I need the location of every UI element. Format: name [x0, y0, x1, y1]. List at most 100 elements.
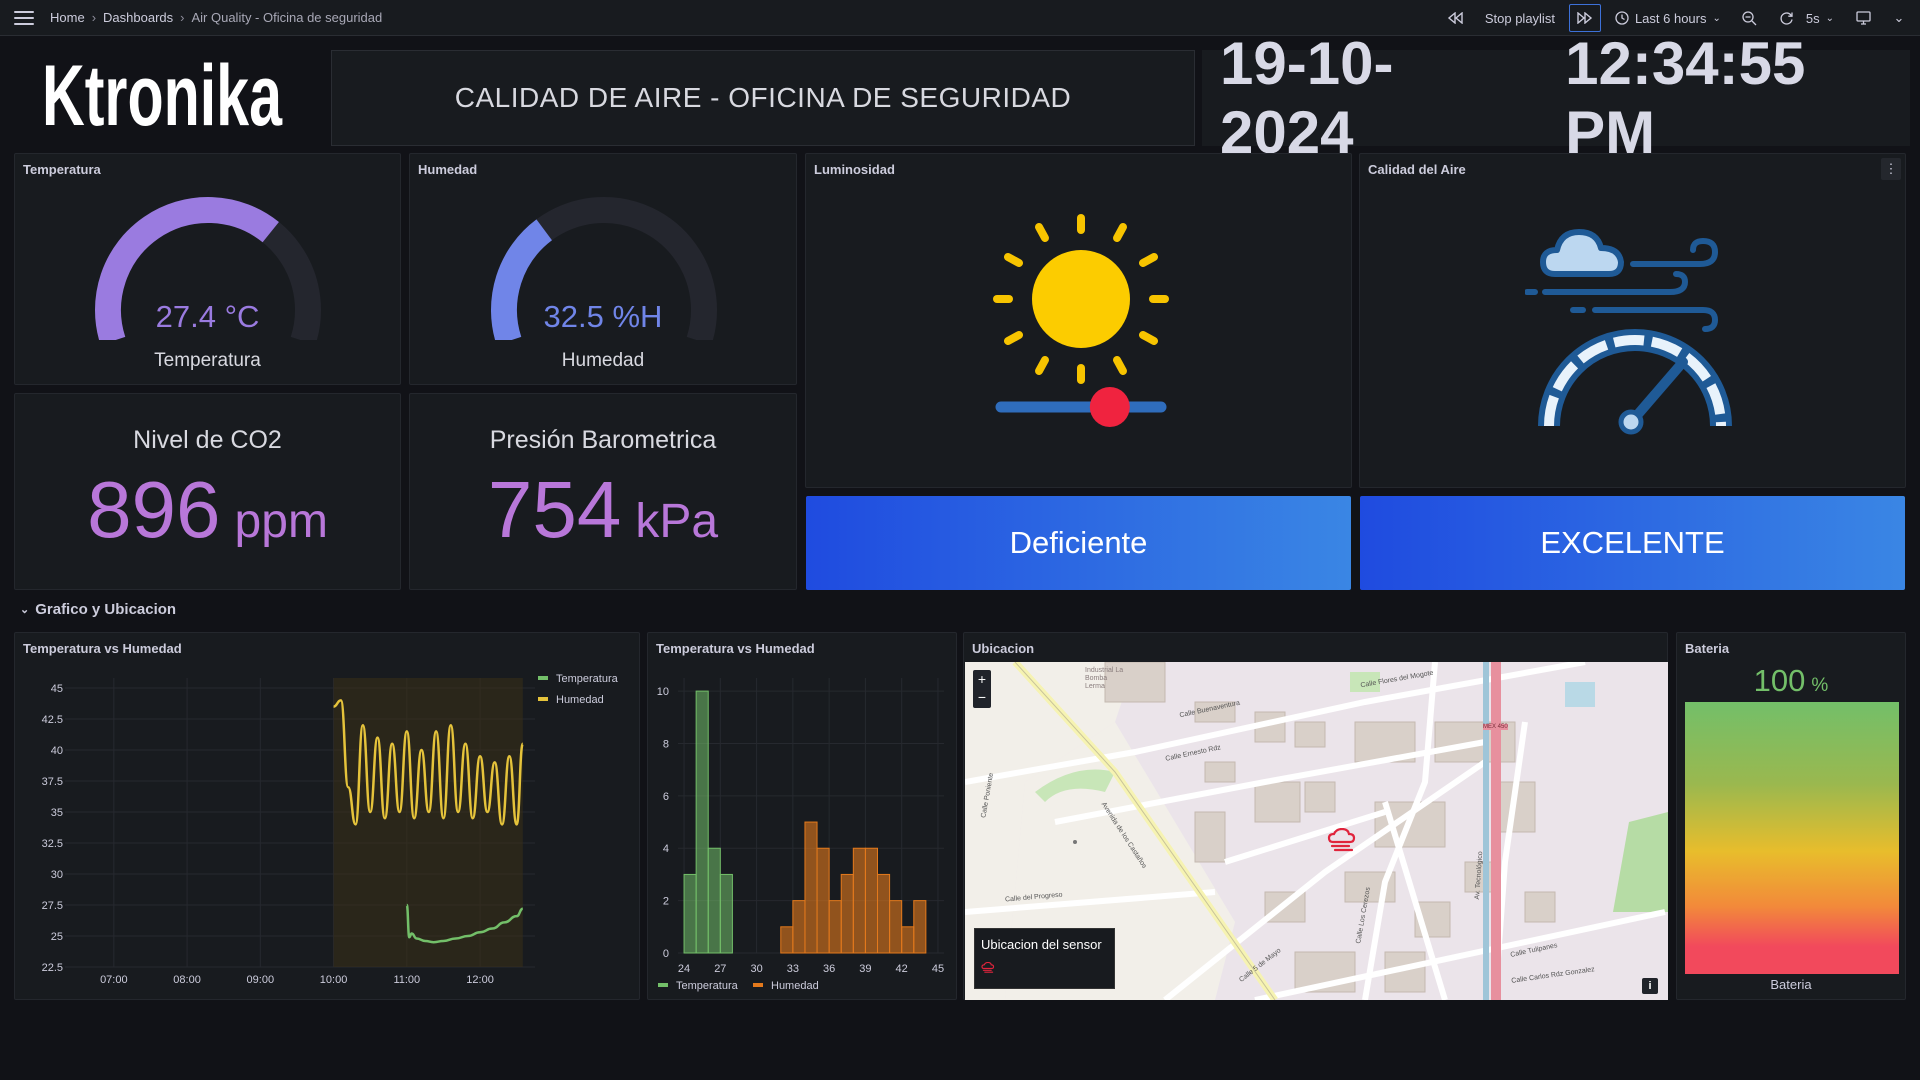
chevron-down-icon: ⌄ — [1825, 12, 1834, 24]
map-panel: Ubicacion Industrial La Bomba Lerma Call… — [963, 632, 1668, 1000]
chevron-down-icon: ⌄ — [1893, 10, 1905, 25]
map-zoom-controls: + − — [973, 670, 991, 708]
y-tick-label: 8 — [663, 738, 669, 750]
clock-icon — [1615, 11, 1629, 25]
menu-icon[interactable] — [14, 10, 34, 25]
monitor-icon — [1855, 11, 1871, 25]
breadcrumb-separator: › — [180, 10, 185, 25]
zoom-out-time-button[interactable] — [1735, 4, 1765, 32]
breadcrumb-current: Air Quality - Oficina de seguridad — [191, 10, 383, 25]
y-tick-label: 6 — [663, 791, 669, 803]
air-quality-status-button[interactable]: EXCELENTE — [1360, 496, 1905, 590]
map-canvas[interactable]: Industrial La Bomba Lerma Calle Buenaven… — [965, 662, 1668, 1000]
collapse-toolbar-button[interactable]: ⌄ — [1884, 4, 1914, 32]
panel-title: Humedad — [418, 162, 478, 177]
panel-title: Temperatura — [23, 162, 101, 177]
legend-label: Humedad — [771, 980, 819, 992]
map-zoom-in-button[interactable]: + — [978, 670, 986, 689]
x-tick-label: 36 — [823, 963, 835, 975]
y-tick-label: 0 — [663, 948, 669, 960]
sun-brightness-icon — [993, 214, 1169, 427]
co2-stat-value: 896 ppm — [15, 464, 400, 556]
refresh-icon — [1780, 11, 1793, 25]
x-tick-label: 27 — [714, 963, 726, 975]
playlist-prev-button[interactable] — [1439, 4, 1471, 32]
legend-label: Temperatura — [676, 980, 739, 992]
x-tick-label: 12:00 — [466, 974, 494, 986]
humidity-bar — [889, 900, 903, 954]
humidity-bar — [804, 821, 818, 954]
panel-menu-icon[interactable]: ⋮ — [1881, 158, 1901, 180]
refresh-picker[interactable]: 5s ⌄ — [1771, 4, 1842, 32]
company-logo: Ktronika — [40, 45, 290, 144]
map-tooltip-label: Ubicacion del sensor — [981, 937, 1102, 952]
panel-title: Ubicacion — [972, 641, 1035, 656]
x-tick-label: 30 — [750, 963, 762, 975]
map-attribution-info-button[interactable]: i — [1642, 978, 1658, 994]
time-range-label: Last 6 hours — [1634, 10, 1707, 26]
line-chart-panel: Temperatura vs Humedad 45 42.5 40 37.5 35 32.… — [14, 632, 640, 1000]
co2-unit: ppm — [234, 495, 328, 548]
y-tick-label: 30 — [51, 869, 63, 881]
humidity-bar — [864, 847, 878, 954]
brightness-slider-knob — [1089, 387, 1130, 427]
tv-mode-button[interactable] — [1848, 4, 1878, 32]
chevron-down-icon: ⌄ — [1712, 12, 1721, 24]
breadcrumb-home[interactable]: Home — [50, 10, 85, 25]
row-title: Grafico y Ubicacion — [35, 601, 177, 618]
line-chart: 45 42.5 40 37.5 35 32.5 30 27.5 25 22.5 07:00 08:00… — [42, 673, 619, 986]
sensor-marker-icon[interactable] — [1327, 828, 1357, 854]
pressure-value: 754 — [487, 465, 622, 554]
y-tick-label: 10 — [657, 686, 669, 698]
map-tooltip: Ubicacion del sensor — [974, 928, 1115, 989]
humidity-gauge-panel: Humedad 32.5 %H Humedad — [409, 153, 797, 385]
panel-title: Calidad del Aire — [1368, 162, 1466, 177]
pressure-unit: kPa — [635, 495, 719, 548]
battery-bar-track — [1685, 702, 1899, 974]
luminosity-status-button[interactable]: Deficiente — [806, 496, 1351, 590]
sensor-legend-icon — [981, 961, 995, 973]
co2-title: Nivel de CO2 — [133, 426, 282, 454]
y-tick-label: 35 — [51, 807, 63, 819]
stop-playlist-button[interactable]: Stop playlist — [1477, 4, 1563, 32]
battery-unit: % — [1811, 675, 1829, 696]
fast-forward-icon — [1577, 12, 1593, 24]
air-quality-gauge-icon — [1525, 229, 1732, 435]
battery-value: 100 — [1753, 663, 1806, 698]
refresh-interval-label: 5s — [1805, 10, 1820, 26]
sun-disc — [1032, 250, 1130, 348]
co2-stat-panel: Nivel de CO2 896 ppm — [14, 393, 401, 590]
humidity-bar — [901, 926, 915, 954]
co2-value: 896 — [87, 465, 221, 554]
x-tick-label: 10:00 — [320, 974, 348, 986]
map-highway-label: MEX 450 — [1483, 724, 1508, 730]
temperature-bar — [695, 690, 709, 954]
row-header-grafico-ubicacion[interactable]: ⌄ Grafico y Ubicacion — [20, 601, 176, 618]
series-fill-area — [333, 678, 523, 967]
map-street-label: Industrial La Bomba Lerma — [1085, 667, 1124, 690]
temperature-gauge-panel: Temperatura 27.4 °C Temperatura — [14, 153, 401, 385]
battery-panel: Bateria 100% Bateria — [1676, 632, 1906, 1000]
time-range-picker[interactable]: Last 6 hours ⌄ — [1607, 4, 1729, 32]
humidity-bar — [816, 847, 830, 954]
y-tick-label: 27.5 — [42, 900, 63, 912]
y-tick-label: 45 — [51, 683, 63, 695]
map-zoom-out-button[interactable]: − — [978, 689, 986, 708]
humidity-bar — [877, 873, 891, 954]
x-tick-label: 08:00 — [173, 974, 201, 986]
y-tick-label: 42.5 — [42, 714, 63, 726]
clock-panel: 19-10-2024 12:34:55 PM — [1202, 30, 1910, 166]
playlist-next-button[interactable] — [1568, 4, 1601, 32]
temperature-value: 27.4 °C — [155, 299, 260, 334]
breadcrumb-dashboards[interactable]: Dashboards — [103, 10, 173, 25]
x-tick-label: 09:00 — [247, 974, 275, 986]
y-tick-label: 37.5 — [42, 776, 63, 788]
panel-title: Bateria — [1685, 641, 1730, 656]
x-tick-label: 42 — [896, 963, 908, 975]
y-tick-label: 2 — [663, 896, 669, 908]
temperature-bar — [719, 873, 733, 954]
y-tick-label: 4 — [663, 843, 669, 855]
air-quality-status-label: EXCELENTE — [1540, 525, 1725, 560]
x-tick-label: 33 — [787, 963, 799, 975]
humidity-bar — [913, 900, 927, 954]
